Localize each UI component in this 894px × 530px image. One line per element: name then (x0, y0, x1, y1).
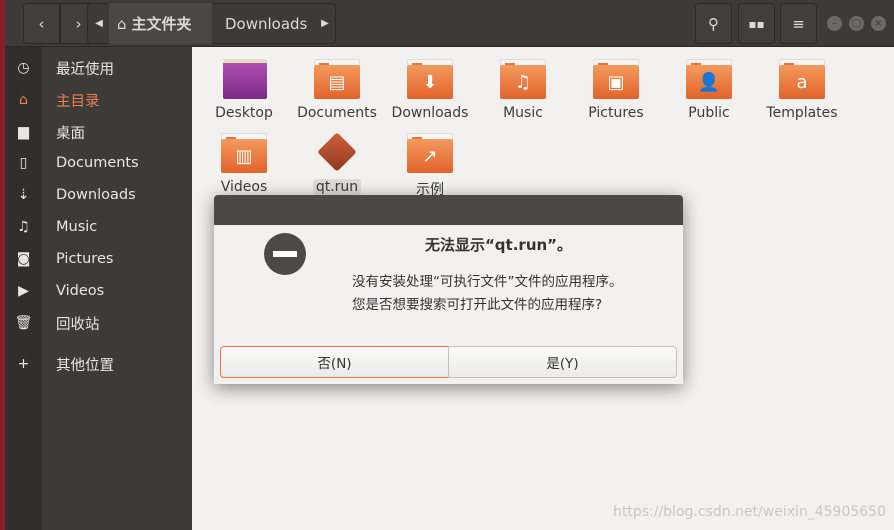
file-item[interactable]: ▤ Documents (292, 59, 382, 121)
sidebar: ◷ 最近使用 ⌂ 主目录 ▆ 桌面 ▯ Documents ⇣ Downloads ♫ Music ◙ P… (5, 47, 192, 530)
documents-folder-icon: ▤ (314, 59, 360, 99)
header-bar: ‹ › ◀ ⌂ 主文件夹 Downloads ▶ ⚲ ▪▪ ≡ – □ × (5, 0, 894, 47)
videos-folder-icon: ▥ (221, 133, 267, 173)
sidebar-item-label: 其他位置 (56, 357, 114, 374)
search-icon: ⚲ (708, 14, 719, 33)
file-item[interactable]: qt.run (292, 132, 382, 195)
sidebar-item-6[interactable]: ◙ Pictures (5, 243, 192, 275)
sidebar-item-7[interactable]: ▶ Videos (5, 275, 192, 307)
hamburger-menu-icon: ≡ (792, 14, 805, 33)
breadcrumb-downloads[interactable]: Downloads (225, 3, 307, 44)
file-item[interactable]: ⬇ Downloads (385, 59, 475, 121)
music-folder-icon: ♫ (500, 59, 546, 99)
dialog-title: 无法显示“qt.run”。 (424, 236, 573, 254)
pictures-folder-icon: ▣ (593, 59, 639, 99)
search-button[interactable]: ⚲ (695, 3, 732, 44)
sidebar-item-2[interactable]: ▆ 桌面 (5, 116, 192, 148)
home-icon: ⌂ (19, 92, 28, 108)
list-view-icon: ▪▪ (748, 16, 765, 31)
music-icon: ♫ (17, 219, 30, 235)
chevron-right-icon: › (75, 14, 82, 33)
downloads-folder-icon: ⬇ (407, 59, 453, 99)
sidebar-item-label: 主目录 (56, 93, 100, 110)
sidebar-item-9[interactable]: + 其他位置 (5, 348, 192, 380)
sidebar-item-label: Videos (56, 283, 105, 299)
breadcrumb-home[interactable]: ⌂ 主文件夹 (109, 3, 212, 44)
desktop-folder-icon (221, 59, 267, 99)
minimize-button[interactable]: – (827, 16, 842, 31)
file-item[interactable]: ↗ 示例 (385, 133, 475, 199)
file-name: Pictures (588, 105, 644, 121)
file-name: Downloads (391, 105, 469, 121)
sidebar-item-5[interactable]: ♫ Music (5, 211, 192, 243)
link-folder-icon: ↗ (407, 133, 453, 173)
maximize-button[interactable]: □ (849, 16, 864, 31)
close-button[interactable]: × (871, 16, 886, 31)
video-icon: ▶ (18, 283, 29, 299)
sidebar-item-8[interactable]: 🗑 回收站 (5, 307, 192, 339)
file-name: Templates (766, 105, 838, 121)
file-name: Desktop (215, 105, 273, 121)
sidebar-item-3[interactable]: ▯ Documents (5, 147, 192, 179)
clock-icon: ◷ (17, 60, 30, 76)
public-folder-icon: 👤 (686, 59, 732, 99)
view-toggle-button[interactable]: ▪▪ (738, 3, 775, 44)
file-item[interactable]: ▥ Videos (199, 133, 289, 195)
sidebar-item-1[interactable]: ⌂ 主目录 (5, 84, 192, 116)
sidebar-item-label: 桌面 (56, 125, 85, 142)
watermark: https://blog.csdn.net/weixin_45905650 (612, 504, 886, 520)
back-button[interactable]: ‹ (23, 3, 60, 44)
error-icon (264, 233, 306, 275)
file-item[interactable]: a Templates (757, 59, 847, 121)
dialog-titlebar (214, 195, 683, 225)
plus-icon: + (17, 356, 30, 372)
folder-icon: ▆ (18, 124, 29, 140)
file-name: Music (503, 105, 543, 121)
sidebar-item-label: Pictures (56, 251, 114, 267)
camera-icon: ◙ (16, 251, 31, 267)
sidebar-item-0[interactable]: ◷ 最近使用 (5, 52, 192, 84)
file-item[interactable]: 👤 Public (664, 59, 754, 121)
breadcrumb-scroll-right[interactable]: ▶ (315, 3, 335, 44)
dialog-message-line2: 您是否想要搜索可打开此文件的应用程序? (352, 297, 603, 313)
sidebar-item-label: 最近使用 (56, 61, 114, 78)
file-name: Videos (220, 179, 268, 195)
file-item[interactable]: ▣ Pictures (571, 59, 661, 121)
file-item[interactable]: Desktop (199, 59, 289, 121)
sidebar-item-label: Downloads (56, 187, 136, 203)
sidebar-item-label: Documents (56, 155, 139, 171)
breadcrumb-scroll-left[interactable]: ◀ (89, 3, 109, 44)
file-name: Public (688, 105, 730, 121)
chevron-left-icon: ‹ (38, 14, 45, 33)
file-name: Documents (297, 105, 377, 121)
menu-button[interactable]: ≡ (780, 3, 817, 44)
file-item[interactable]: ♫ Music (478, 59, 568, 121)
sidebar-item-4[interactable]: ⇣ Downloads (5, 179, 192, 211)
dialog-message-line1: 没有安装处理“可执行文件”文件的应用程序。 (352, 274, 623, 290)
error-dialog: 无法显示“qt.run”。 没有安装处理“可执行文件”文件的应用程序。 您是否想… (214, 195, 683, 384)
no-button[interactable]: 否(N) (220, 346, 449, 378)
yes-button[interactable]: 是(Y) (448, 346, 677, 378)
trash-icon: 🗑 (14, 315, 33, 331)
executable-file-icon (314, 132, 360, 173)
document-icon: ▯ (19, 155, 28, 171)
home-icon: ⌂ (117, 14, 127, 33)
sidebar-item-label: 回收站 (56, 316, 100, 333)
templates-folder-icon: a (779, 59, 825, 99)
sidebar-item-label: Music (56, 219, 98, 235)
file-name: qt.run (312, 179, 362, 195)
download-icon: ⇣ (17, 187, 30, 203)
